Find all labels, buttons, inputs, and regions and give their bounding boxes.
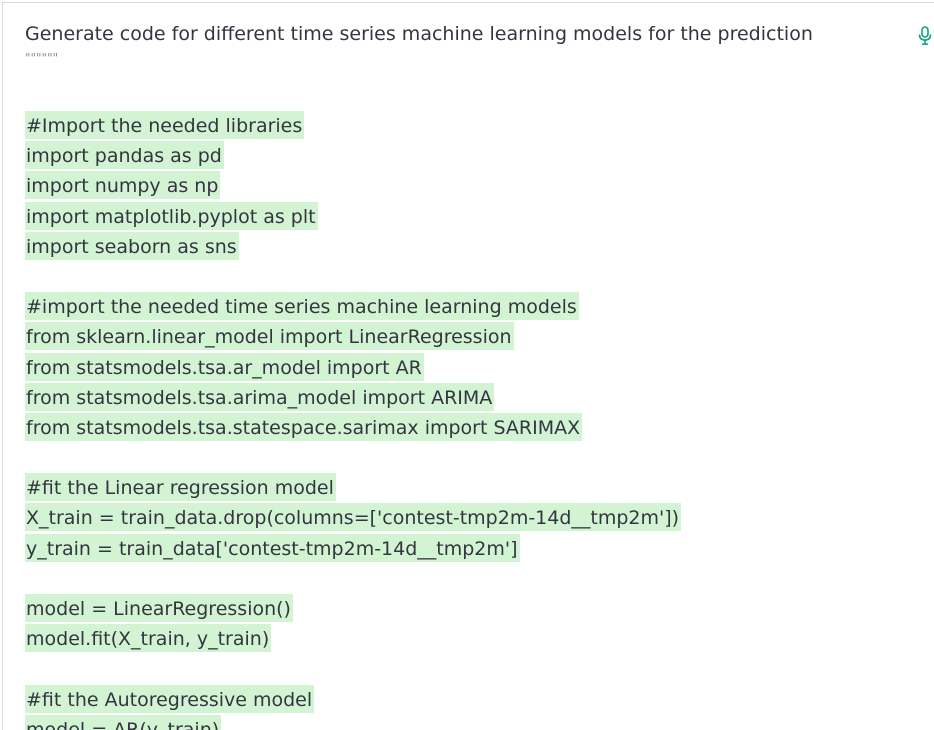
microphone-icon[interactable] [917, 26, 933, 46]
code-line: from statsmodels.tsa.ar_model import AR [25, 352, 925, 383]
code-line-text: model = AR(y_train) [25, 714, 222, 730]
code-line: model = LinearRegression() [25, 594, 925, 624]
code-line-text: from statsmodels.tsa.statespace.sarimax … [25, 412, 583, 441]
code-line-text: X_train = train_data.drop(columns=['cont… [25, 503, 682, 532]
code-line-text: #Import the needed libraries [25, 111, 305, 139]
code-line: import seaborn as sns [25, 231, 925, 262]
code-line: #fit the Autoregressive model [25, 684, 925, 715]
code-line-text: import seaborn as sns [25, 231, 239, 260]
code-line: model.fit(X_train, y_train) [25, 624, 925, 654]
code-line-text: import pandas as pd [25, 141, 224, 170]
code-line: #fit the Linear regression model [25, 473, 925, 503]
code-line: import matplotlib.pyplot as plt [25, 201, 925, 232]
code-line-text: import numpy as np [25, 171, 221, 200]
code-line-text: import matplotlib.pyplot as plt [25, 201, 318, 230]
code-line: #import the needed time series machine l… [25, 292, 925, 322]
code-line-text: from statsmodels.tsa.ar_model import AR [25, 352, 424, 381]
code-line-text: from sklearn.linear_model import LinearR… [25, 322, 514, 351]
code-line: import pandas as pd [25, 141, 925, 171]
conversation-panel: Generate code for different time series … [2, 2, 934, 730]
user-prompt-text: Generate code for different time series … [25, 23, 813, 45]
code-line-text: model.fit(X_train, y_train) [25, 624, 272, 653]
code-line-text: #import the needed time series machine l… [25, 292, 579, 321]
code-line: model = AR(y_train) [25, 714, 925, 730]
code-line-text: #fit the Autoregressive model [25, 684, 315, 713]
code-line: from statsmodels.tsa.arima_model import … [25, 382, 925, 413]
code-line: #Import the needed libraries [25, 111, 925, 141]
code-line: X_train = train_data.drop(columns=['cont… [25, 503, 925, 533]
code-line-text: #fit the Linear regression model [25, 473, 336, 502]
code-line: y_train = train_data['contest-tmp2m-14d_… [25, 533, 925, 564]
microphone-icon-svg [918, 26, 932, 46]
code-line: import numpy as np [25, 171, 925, 201]
docstring-quotes: """""" [25, 51, 59, 65]
code-line-text: model = LinearRegression() [25, 594, 293, 622]
code-line: from sklearn.linear_model import LinearR… [25, 322, 925, 352]
generated-code-block: #Import the needed libraries import panda… [25, 111, 925, 730]
code-line: from statsmodels.tsa.statespace.sarimax … [25, 412, 925, 443]
code-line-text: from statsmodels.tsa.arima_model import … [25, 382, 495, 411]
code-line-text: y_train = train_data['contest-tmp2m-14d_… [25, 533, 520, 562]
